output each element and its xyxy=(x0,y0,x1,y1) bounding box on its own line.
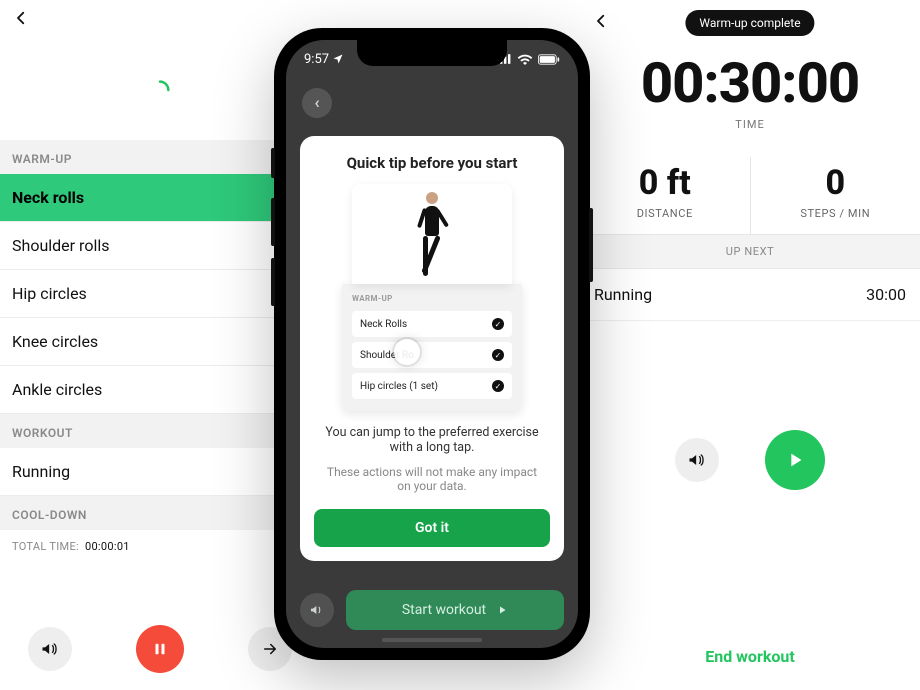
modal-text: You can jump to the preferred exercise w… xyxy=(314,425,550,455)
upnext-name: Running xyxy=(594,285,652,304)
modal-title: Quick tip before you start xyxy=(314,154,550,172)
check-icon xyxy=(492,380,504,392)
modal-subtext: These actions will not make any impact o… xyxy=(314,465,550,493)
time-value: 00:30:00 xyxy=(580,46,920,116)
exercise-name: Shoulder rolls xyxy=(12,236,109,255)
exercise-name: Hip circles xyxy=(12,284,87,303)
phone-bottom-bar: Start workout xyxy=(300,590,564,630)
home-indicator xyxy=(382,638,482,642)
mini-exercise-list: WARM-UP Neck Rolls Shoulder Ro Hip circl… xyxy=(342,284,522,411)
warmup-complete-badge: Warm-up complete xyxy=(685,10,814,36)
total-time: TOTAL TIME: 00:00:01 xyxy=(0,530,320,563)
play-button[interactable] xyxy=(765,430,825,490)
exercise-name: Ankle circles xyxy=(12,380,102,399)
distance-stat: 0 ft DISTANCE xyxy=(580,157,751,234)
time-label: TIME xyxy=(580,118,920,131)
distance-label: DISTANCE xyxy=(580,207,750,220)
check-icon xyxy=(492,318,504,330)
workout-list-screen: WARM-UP Neck rolls 10 R Shoulder rolls H… xyxy=(0,0,320,690)
volume-icon xyxy=(309,602,325,618)
play-icon xyxy=(784,449,806,471)
upnext-row[interactable]: Running 30:00 xyxy=(580,269,920,321)
total-time-value: 00:00:01 xyxy=(85,540,130,553)
exercise-name: Running xyxy=(12,462,70,481)
distance-value: 0 ft xyxy=(580,163,750,203)
upnext-label: UP NEXT xyxy=(580,234,920,269)
left-header xyxy=(0,0,320,40)
mini-list-item: Hip circles (1 set) xyxy=(352,373,512,399)
right-header: Warm-up complete xyxy=(580,0,920,46)
start-workout-label: Start workout xyxy=(402,602,486,618)
right-controls xyxy=(580,430,920,490)
exercise-name: Knee circles xyxy=(12,332,98,351)
spm-stat: 0 STEPS / MIN xyxy=(751,157,920,234)
spm-label: STEPS / MIN xyxy=(751,207,920,220)
loading-spinner xyxy=(0,40,320,140)
phone-notch xyxy=(357,40,507,66)
spm-value: 0 xyxy=(751,163,920,203)
longpress-indicator-icon xyxy=(394,339,420,365)
status-time: 9:57 xyxy=(304,52,329,67)
end-workout-button[interactable]: End workout xyxy=(580,647,920,666)
exercise-row[interactable]: Running xyxy=(0,448,320,496)
chevron-left-icon: ‹ xyxy=(314,93,319,113)
play-icon xyxy=(496,604,508,616)
mini-item-label: Hip circles (1 set) xyxy=(360,381,438,392)
phone-side-button xyxy=(271,198,275,246)
exercise-preview-image xyxy=(352,184,512,284)
back-icon[interactable] xyxy=(592,11,610,36)
sound-button[interactable] xyxy=(300,593,334,627)
start-workout-button[interactable]: Start workout xyxy=(346,590,564,630)
phone-side-button xyxy=(271,258,275,306)
back-icon[interactable] xyxy=(12,8,30,33)
phone-back-button[interactable]: ‹ xyxy=(302,88,332,118)
pause-button[interactable] xyxy=(136,625,184,673)
pause-icon xyxy=(151,640,169,658)
phone-mockup: 9:57 ‹ Quick tip before you start xyxy=(274,28,590,660)
upnext-duration: 30:00 xyxy=(866,285,906,304)
mini-list-header: WARM-UP xyxy=(352,292,512,311)
phone-side-button xyxy=(271,148,275,178)
mini-item-label: Neck Rolls xyxy=(360,319,407,330)
tip-modal: Quick tip before you start WARM-UP Neck … xyxy=(300,136,564,561)
mini-list-item: Shoulder Ro xyxy=(352,342,512,368)
exercise-name: Neck rolls xyxy=(12,188,84,207)
check-icon xyxy=(492,349,504,361)
volume-icon xyxy=(687,450,707,470)
sound-button[interactable] xyxy=(28,627,72,671)
mini-list-item: Neck Rolls xyxy=(352,311,512,337)
total-time-label: TOTAL TIME: xyxy=(12,540,79,553)
location-icon xyxy=(332,53,344,65)
volume-icon xyxy=(40,639,60,659)
phone-side-button xyxy=(589,208,593,282)
stats-row: 0 ft DISTANCE 0 STEPS / MIN xyxy=(580,157,920,234)
left-bottom-bar xyxy=(0,608,320,690)
timer-screen: Warm-up complete 00:30:00 TIME 0 ft DIST… xyxy=(580,0,920,690)
exercise-row[interactable]: Ankle circles xyxy=(0,366,320,414)
got-it-button[interactable]: Got it xyxy=(314,509,550,547)
section-label-workout: WORKOUT xyxy=(0,414,320,448)
battery-icon xyxy=(538,54,560,65)
section-label-cooldown: COOL-DOWN xyxy=(0,496,320,530)
phone-screen: 9:57 ‹ Quick tip before you start xyxy=(286,40,578,648)
arrow-right-icon xyxy=(261,640,279,658)
wifi-icon xyxy=(517,53,533,65)
exercise-row[interactable]: Knee circles xyxy=(0,318,320,366)
sound-button[interactable] xyxy=(675,438,719,482)
